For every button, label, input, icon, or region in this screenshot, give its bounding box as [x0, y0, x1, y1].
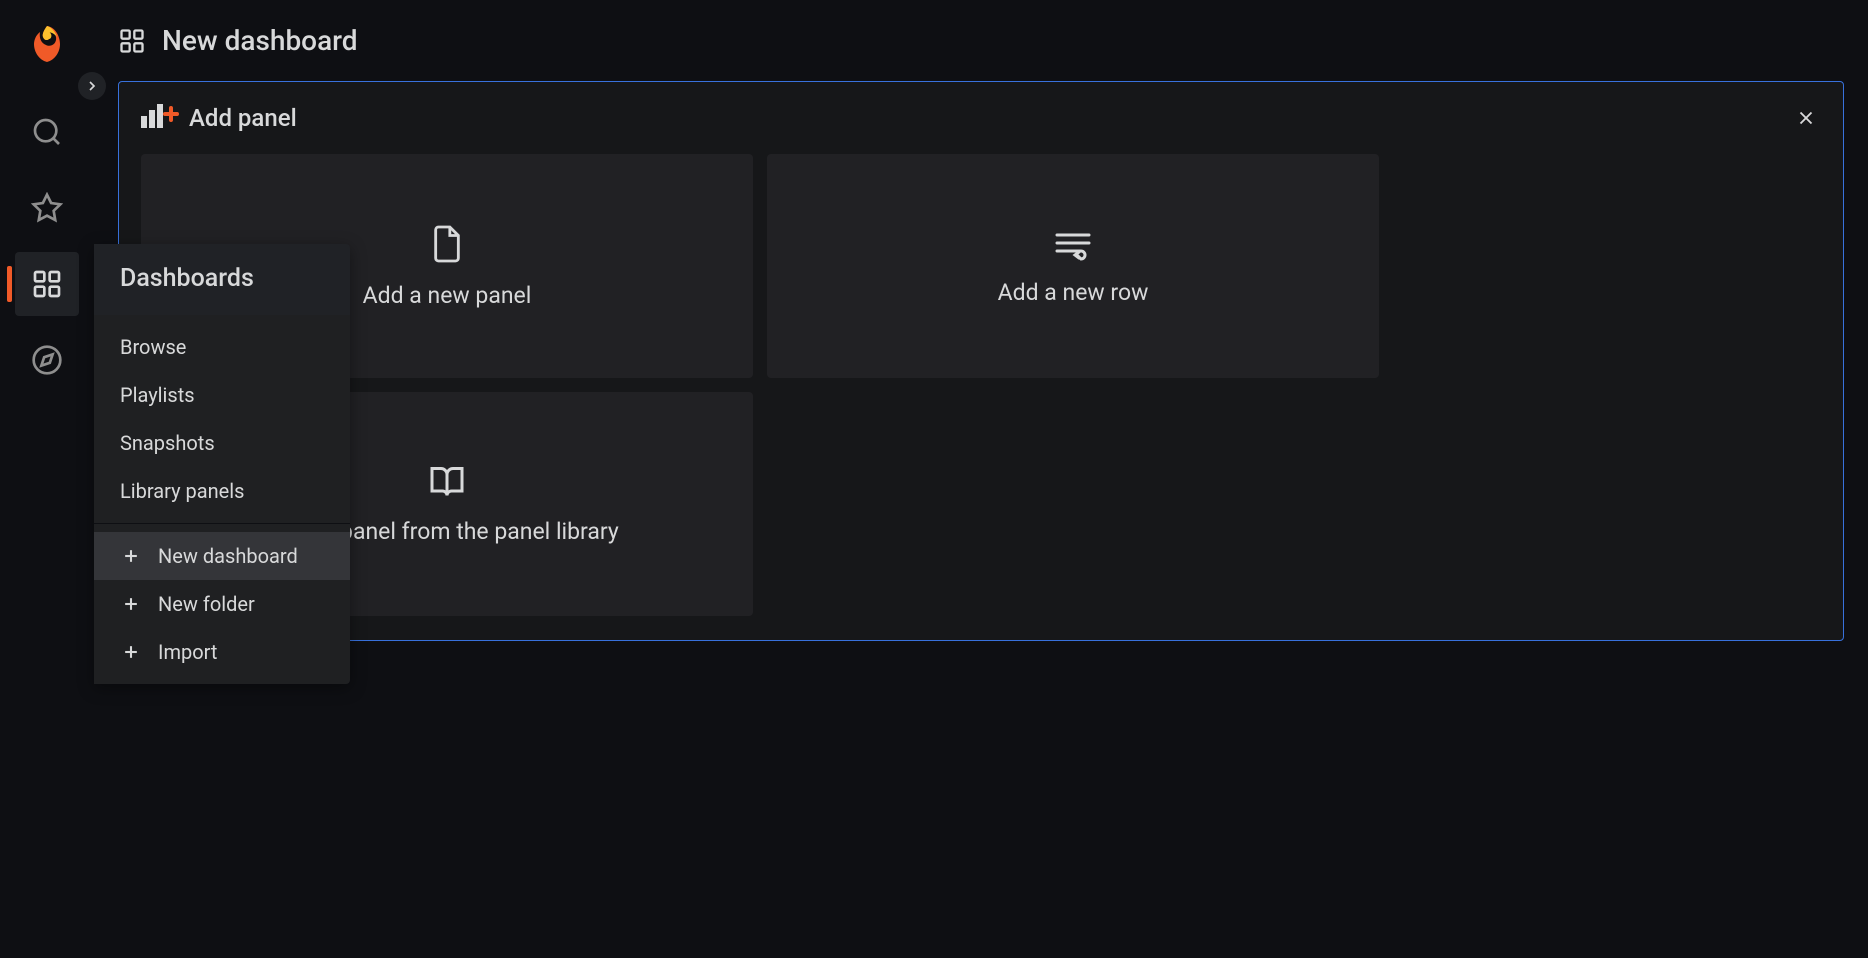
- page-title: New dashboard: [162, 24, 358, 57]
- row-wrap-icon: [1053, 227, 1093, 261]
- book-open-icon: [427, 464, 467, 500]
- plus-icon: [120, 594, 142, 614]
- flyout-item-label: Snapshots: [120, 431, 215, 455]
- flyout-action-new-folder[interactable]: New folder: [94, 580, 350, 628]
- panel-options: Add a new panel Add a new row: [141, 154, 1821, 616]
- close-button[interactable]: [1791, 103, 1821, 133]
- flyout-action-label: New dashboard: [158, 544, 298, 568]
- flyout-item-label: Browse: [120, 335, 186, 359]
- option-label: Add a new panel: [363, 282, 532, 309]
- main-area: New dashboard Add panel: [94, 0, 1868, 958]
- flyout-item-snapshots[interactable]: Snapshots: [94, 419, 350, 467]
- sidebar-item-dashboards[interactable]: [15, 252, 79, 316]
- dashboard-icon: [118, 27, 146, 55]
- flyout-nav-section: Browse Playlists Snapshots Library panel…: [94, 315, 350, 523]
- flyout-action-new-dashboard[interactable]: New dashboard: [94, 532, 350, 580]
- flyout-item-library-panels[interactable]: Library panels: [94, 467, 350, 515]
- sidebar-item-explore[interactable]: [15, 328, 79, 392]
- sidebar-item-search[interactable]: [15, 100, 79, 164]
- dashboards-flyout: Dashboards Browse Playlists Snapshots Li…: [94, 244, 350, 684]
- plus-icon: [120, 546, 142, 566]
- add-panel-title: Add panel: [189, 104, 297, 132]
- flyout-item-browse[interactable]: Browse: [94, 323, 350, 371]
- bar-chart-plus-icon: [141, 102, 179, 134]
- flyout-item-label: Library panels: [120, 479, 244, 503]
- flyout-item-playlists[interactable]: Playlists: [94, 371, 350, 419]
- flyout-action-label: New folder: [158, 592, 255, 616]
- page-header: New dashboard: [94, 0, 1868, 81]
- flyout-action-label: Import: [158, 640, 217, 664]
- option-label: Add a new row: [998, 279, 1149, 306]
- flyout-item-label: Playlists: [120, 383, 195, 407]
- flyout-action-import[interactable]: Import: [94, 628, 350, 676]
- flyout-actions-section: New dashboard New folder Import: [94, 524, 350, 684]
- flyout-header[interactable]: Dashboards: [94, 244, 350, 315]
- grafana-logo[interactable]: [23, 20, 71, 68]
- sidebar-item-starred[interactable]: [15, 176, 79, 240]
- plus-icon: [120, 642, 142, 662]
- sidebar-expand-toggle[interactable]: [78, 72, 106, 100]
- option-add-new-row[interactable]: Add a new row: [767, 154, 1379, 378]
- nav-sidebar: [0, 0, 94, 958]
- flyout-title: Dashboards: [120, 264, 324, 293]
- add-panel-header: Add panel: [141, 102, 1821, 134]
- add-panel-card: Add panel Add a new panel: [118, 81, 1844, 641]
- file-icon: [430, 224, 464, 264]
